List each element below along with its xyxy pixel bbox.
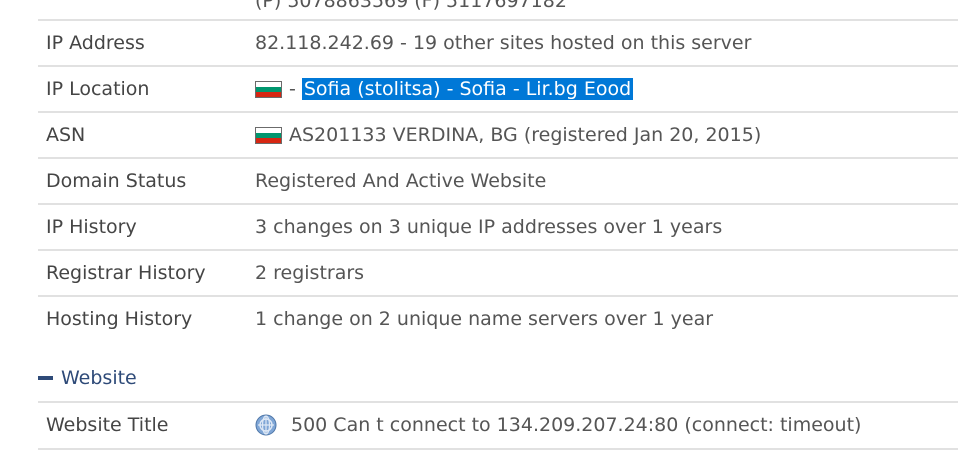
row-label: Domain Status [46,170,187,192]
website-title-value: 500 Can t connect to 134.209.207.24:80 (… [291,414,862,436]
row-label: Website Title [46,414,169,436]
row-value-container: 500 Can t connect to 134.209.207.24:80 (… [247,414,861,436]
row-ip-address: IP Address 82.118.242.69 - 19 other site… [38,21,958,65]
whois-details-panel: (P) 5078863569 (F) 5117697182 IP Address… [0,0,958,451]
row-label: Registrar History [46,262,206,284]
row-ip-location: IP Location - Sofia (stolitsa) - Sofia -… [38,67,958,111]
row-asn: ASN AS201133 VERDINA, BG (registered Jan… [38,113,958,157]
section-heading: Website [61,367,137,389]
bulgaria-flag-icon [255,126,282,144]
section-toggle-website[interactable]: Website [38,364,137,392]
row-label: Hosting History [46,308,193,330]
row-value: 1 change on 2 unique name servers over 1… [255,308,714,330]
row-website-title: Website Title 500 Can t connect to 134.2… [38,403,958,447]
row-value-container: AS201133 VERDINA, BG (registered Jan 20,… [247,124,761,146]
row-label: IP Address [46,32,145,54]
row-value-container: - Sofia (stolitsa) - Sofia - Lir.bg Eood [247,78,634,100]
row-label: ASN [46,124,86,146]
row-value: Registered And Active Website [255,170,547,192]
row-hosting-history: Hosting History 1 change on 2 unique nam… [38,297,958,341]
row-domain-status: Domain Status Registered And Active Webs… [38,159,958,203]
partial-phone-row: (P) 5078863569 (F) 5117697182 [255,0,567,12]
ip-location-value[interactable]: Sofia (stolitsa) - Sofia - Lir.bg Eood [301,78,634,100]
asn-value: AS201133 VERDINA, BG (registered Jan 20,… [289,124,762,146]
row-label: IP History [46,216,137,238]
bulgaria-flag-icon [255,80,282,98]
row-value: 82.118.242.69 - 19 other sites hosted on… [255,32,752,54]
row-divider [38,448,958,450]
globe-icon [255,414,277,436]
row-label: IP Location [46,78,150,100]
row-value: 2 registrars [255,262,365,284]
row-registrar-history: Registrar History 2 registrars [38,251,958,295]
row-ip-history: IP History 3 changes on 3 unique IP addr… [38,205,958,249]
row-value: 3 changes on 3 unique IP addresses over … [255,216,723,238]
minus-icon [38,376,53,380]
separator-dash: - [289,78,296,100]
